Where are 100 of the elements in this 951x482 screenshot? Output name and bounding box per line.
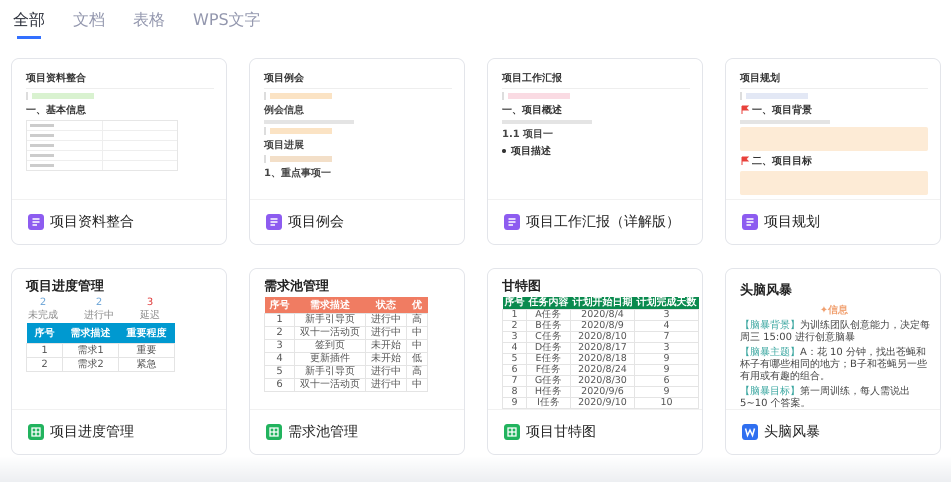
table-cell: 1	[264, 314, 294, 326]
table-cell: 3	[264, 340, 294, 352]
template-card[interactable]: 项目例会 例会信息 项目进展 1、重点事项一 项目例会	[249, 58, 465, 245]
document-subheading: 1、重点事项一	[264, 166, 331, 180]
word-document-icon	[742, 424, 758, 440]
table-cell: 重要	[118, 344, 174, 358]
header-cell: 序号	[264, 297, 294, 314]
table-cell: 高	[406, 366, 428, 378]
document-heading: 二、项目目标	[752, 154, 812, 168]
table-cell: 2020/9/6	[570, 386, 634, 398]
table-cell: 中	[406, 378, 428, 392]
template-name: 项目甘特图	[526, 423, 596, 441]
table-cell: H任务	[526, 386, 570, 398]
table-cell: 2	[264, 326, 294, 340]
bullet-item: 项目描述	[511, 144, 551, 158]
table-cell: 7	[634, 332, 698, 342]
document-icon	[28, 214, 44, 230]
flag-icon	[740, 156, 750, 166]
table-cell: 中	[406, 340, 428, 352]
table-cell: E任务	[526, 354, 570, 364]
table-cell: 新手引导页	[294, 314, 366, 326]
header-cell: 序号	[26, 323, 62, 344]
template-card[interactable]: 项目规划 一、项目背景 二、项目目标 项目规划	[725, 58, 941, 245]
template-card[interactable]: 甘特图 序号 任务内容 计划开始日期 计划完成天数 1 A任务 2020/8/4 3 2 B任务 2020/8/9 4 3 C任务 2020/8/10 7 4 D任务 2020/8/17 3 5 E任务 2020/8/18 9 6 F任务 2020/8/24 9 7 G任务 2020/8/30 6 8 H任务 2020/9/6 9 9 I任务 2020/9/10 10 项目甘特图	[487, 268, 703, 455]
template-name: 项目资料整合	[50, 213, 134, 231]
table-cell: 2	[26, 358, 62, 372]
template-name: 项目例会	[288, 213, 344, 231]
header-cell: 序号	[502, 297, 526, 310]
template-card[interactable]: 项目资料整合 一、基本信息 项目资料整合	[11, 58, 227, 245]
document-subheading: 例会信息	[264, 104, 304, 117]
header-cell: 重要程度	[118, 323, 174, 344]
table-cell: C任务	[526, 332, 570, 342]
template-card[interactable]: 需求池管理 序号 需求描述 状态 优 1 新手引导页 进行中 高 2 双十一活动页 进行中 中 3 签到页 未开始 中 4 更新插件 未开始 低 5 新手引导页 进行中 高 6 双十一活动页 进行中 中 需求池管理	[249, 268, 465, 455]
table-cell: 未开始	[366, 352, 406, 366]
table-cell: 2020/8/24	[570, 364, 634, 376]
spreadsheet-icon	[504, 424, 520, 440]
table-cell: 4	[634, 320, 698, 332]
table-cell: 9	[634, 364, 698, 376]
table-cell: 5	[264, 366, 294, 378]
table-cell: 进行中	[366, 314, 406, 326]
table-cell: 2020/8/4	[570, 310, 634, 320]
header-cell: 需求描述	[62, 323, 118, 344]
table-cell: A任务	[526, 310, 570, 320]
table-cell: 中	[406, 326, 428, 340]
stat-label: 进行中	[84, 308, 114, 322]
table-cell: 4	[502, 342, 526, 354]
table-cell: G任务	[526, 376, 570, 386]
template-card[interactable]: 头脑风暴 ✦信息 【脑暴背景】为训练团队创意能力，决定每周三 15:00 进行创意脑暴 【脑暴主题】A：花 10 分钟，找出苍蝇和杯子有哪些相同的地方；B子和苍蝇另一些有用或有趣的组合。 【脑暴目标】第一周训练，每人需说出 5~10 个答案。 头脑风暴	[725, 268, 941, 455]
header-cell: 状态	[366, 297, 406, 314]
document-icon	[266, 214, 282, 230]
table-cell: B任务	[526, 320, 570, 332]
category-tab[interactable]: 全部	[11, 10, 47, 39]
table-cell: 紧急	[118, 358, 174, 372]
table-cell: 6	[634, 376, 698, 386]
table-cell: 进行中	[366, 378, 406, 392]
table-cell: 9	[634, 386, 698, 398]
table-cell: 2020/8/18	[570, 354, 634, 364]
table-cell: 高	[406, 314, 428, 326]
table-cell: 低	[406, 352, 428, 366]
sheet-title: 需求池管理	[264, 278, 330, 295]
template-card[interactable]: 项目进度管理 2 未完成 2 进行中 3 延迟 序号 需求描述 重要程度 1 需求1 重要 2 需求2 紧急 项目进度管理	[11, 268, 227, 455]
table-cell: 双十一活动页	[294, 326, 366, 340]
table-cell: D任务	[526, 342, 570, 354]
table-cell: 3	[502, 332, 526, 342]
header-cell: 计划开始日期	[570, 297, 634, 310]
table-cell: 未开始	[366, 340, 406, 352]
table-cell: 6	[264, 378, 294, 392]
table-cell: 进行中	[366, 326, 406, 340]
template-name: 头脑风暴	[764, 423, 820, 441]
table-cell: 9	[502, 398, 526, 408]
stat-value: 2	[40, 297, 46, 308]
header-cell: 需求描述	[294, 297, 366, 314]
header-cell: 任务内容	[526, 297, 570, 310]
table-cell: 10	[634, 398, 698, 408]
paragraph: 【脑暴目标】第一周训练，每人需说出 5~10 个答案。	[740, 386, 911, 409]
table-cell: 更新插件	[294, 352, 366, 366]
table-cell: 签到页	[294, 340, 366, 352]
table-cell: 进行中	[366, 366, 406, 378]
document-title: 项目工作汇报	[502, 71, 690, 89]
paragraph: 【脑暴背景】为训练团队创意能力，决定每周三 15:00 进行创意脑暴	[740, 320, 930, 344]
header-cell: 计划完成天数	[634, 297, 698, 310]
document-heading: 一、项目背景	[752, 104, 812, 117]
stat-label: 延迟	[140, 309, 160, 322]
table-cell: 1	[502, 310, 526, 320]
document-subheading: 1.1 项目一	[502, 128, 554, 141]
table-cell: 2	[502, 320, 526, 332]
stat-value: 2	[96, 297, 102, 308]
table-cell: 5	[502, 354, 526, 364]
table-cell: 2020/8/10	[570, 332, 634, 342]
document-title: 项目规划	[740, 71, 928, 89]
template-card[interactable]: 项目工作汇报 一、项目概述 1.1 项目一 项目描述 项目工作汇报（详解版）	[487, 58, 703, 245]
table-cell: 3	[634, 310, 698, 320]
document-icon	[504, 214, 520, 230]
paragraph: 【脑暴主题】A：花 10 分钟，找出苍蝇和杯子有哪些相同的地方；B子和苍蝇另一些有用或有趣的组合。	[740, 347, 928, 383]
table-cell: 双十一活动页	[294, 378, 366, 392]
table-cell: 3	[634, 342, 698, 354]
spreadsheet-icon	[28, 424, 44, 440]
table-cell: 需求2	[62, 358, 118, 372]
document-title: 项目资料整合	[26, 71, 214, 89]
table-cell: 2020/8/30	[570, 376, 634, 386]
